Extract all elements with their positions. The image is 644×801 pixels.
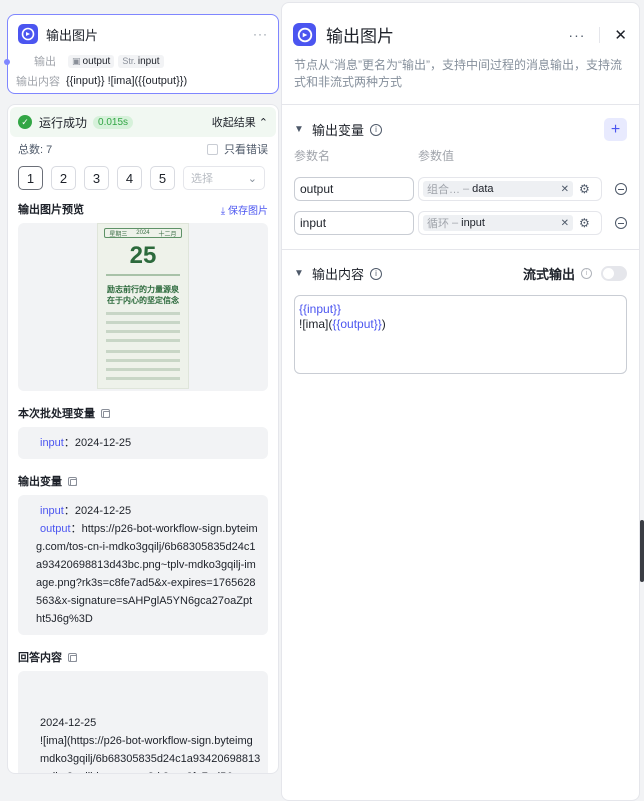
remove-variable-icon[interactable] <box>615 183 627 195</box>
cal-headline-1: 励志前行的力量源泉 <box>107 285 179 294</box>
run-result-panel: ✓ 运行成功 0.015s 收起结果 ⌃ 总数: 7 只看错误 1 2 3 4 … <box>7 104 279 774</box>
success-check-icon: ✓ <box>18 115 32 129</box>
gear-icon[interactable]: ⚙ <box>579 216 590 230</box>
output-vars-section-title: 输出变量 <box>312 123 365 138</box>
chevron-down-icon: ⌄ <box>247 172 257 185</box>
run-time-badge: 0.015s <box>93 115 134 129</box>
clear-icon[interactable]: ✕ <box>561 218 569 229</box>
cal-day: 25 <box>129 242 157 269</box>
info-icon[interactable]: i <box>581 268 592 279</box>
page-button-5[interactable]: 5 <box>150 166 175 190</box>
collapse-results-button[interactable]: 收起结果 ⌃ <box>212 114 268 130</box>
batch-select[interactable]: 选择 ⌄ <box>183 166 265 190</box>
output-content-section-title: 输出内容 <box>312 267 365 282</box>
panel-logo-icon <box>293 23 316 46</box>
answer-text: 2024-12-25 ![ima](https://p26-bot-workfl… <box>40 717 261 773</box>
variable-name-input[interactable]: output <box>294 177 414 201</box>
cal-weekday: 星期三 <box>109 231 128 238</box>
answer-title: 回答内容 <box>18 652 62 664</box>
ref-source: 组合… <box>427 184 460 196</box>
output-input-value: ：2024-12-25 <box>63 505 132 517</box>
add-variable-button[interactable]: + <box>604 118 627 141</box>
ref-field: data <box>472 183 494 195</box>
output-vars-title: 输出变量 <box>18 476 62 488</box>
checkbox-icon <box>207 143 218 155</box>
gear-icon[interactable]: ⚙ <box>579 182 590 196</box>
batch-value: ：2024-12-25 <box>63 437 132 449</box>
info-icon[interactable]: i <box>370 123 383 136</box>
batch-vars-box: input：2024-12-25 <box>18 427 268 459</box>
batch-vars-title: 本次批处理变量 <box>18 408 95 420</box>
page-button-3[interactable]: 3 <box>84 166 109 190</box>
ref-source: 循环 <box>427 218 449 230</box>
page-button-4[interactable]: 4 <box>117 166 142 190</box>
download-icon: ⤓ <box>220 205 226 217</box>
node-title: 输出图片 <box>46 27 99 43</box>
output-tag: ▣ output <box>68 54 115 68</box>
content-line-2-suffix: ) <box>381 317 386 331</box>
vertical-scrollbar[interactable] <box>640 520 644 582</box>
panel-description: 节点从“消息”更名为“输出”，支持中间过程的消息输出，支持流式和非流式两种方式 <box>294 58 622 89</box>
variable-row: output 组合… – data ✕ ⚙ <box>282 177 639 201</box>
chevron-down-icon[interactable]: ▼ <box>294 268 312 279</box>
variable-row: input 循环 – input ✕ ⚙ <box>282 211 639 235</box>
batch-pager: 1 2 3 4 5 选择 ⌄ <box>8 157 278 190</box>
output-content-editor[interactable]: {{input}} ![ima]({{output}}) <box>294 295 627 374</box>
clear-icon[interactable]: ✕ <box>561 184 569 195</box>
panel-title[interactable]: 输出图片 <box>326 22 394 47</box>
image-preview[interactable]: 星期三 2024 十二月 25 励志前行的力量源泉 在于内心的坚定信念 <box>18 223 268 391</box>
preview-title: 输出图片预览 <box>18 204 84 216</box>
more-icon[interactable]: ··· <box>253 27 268 41</box>
info-icon[interactable]: i <box>370 267 383 280</box>
col-name-header: 参数名 <box>294 149 331 163</box>
chevron-down-icon[interactable]: ▼ <box>294 124 312 135</box>
stream-output-toggle[interactable] <box>601 266 627 281</box>
save-image-link[interactable]: ⤓ 保存图片 <box>221 202 268 217</box>
output-input-key: input <box>40 505 64 517</box>
content-line-2-var: {{output}} <box>332 317 382 331</box>
ref-field: input <box>461 217 485 229</box>
output-vars-box: input：2024-12-25 output：https://p26-bot-… <box>18 495 268 635</box>
content-line-1: {{input}} <box>299 302 342 316</box>
output-image-node-card[interactable]: 输出图片 ··· 输出 ▣ output Str. input 输出内容 {{inp… <box>4 14 279 94</box>
cal-headline-2: 在于内心的坚定信念 <box>107 296 179 305</box>
variable-value-selector[interactable]: 组合… – data ✕ ⚙ <box>418 177 602 201</box>
node-logo-icon <box>18 24 38 44</box>
node-content-value: {{input}} ![ima]({{output}}) <box>66 75 188 87</box>
copy-icon[interactable] <box>68 476 77 486</box>
input-port[interactable] <box>4 59 10 65</box>
copy-icon[interactable] <box>101 408 110 418</box>
total-count: 总数: 7 <box>18 144 53 156</box>
col-value-header: 参数值 <box>418 149 455 163</box>
image-icon: ▣ <box>72 55 81 66</box>
run-status: 运行成功 <box>39 115 88 130</box>
variable-value-selector[interactable]: 循环 – input ✕ ⚙ <box>418 211 602 235</box>
page-button-2[interactable]: 2 <box>51 166 76 190</box>
cal-month: 十二月 <box>158 231 177 238</box>
type-tag: Str. input <box>118 54 164 68</box>
output-output-value: ：https://p26-bot-workflow-sign.byteimg.c… <box>36 523 258 625</box>
node-content-label: 输出内容 <box>16 76 60 88</box>
batch-key: input <box>40 437 64 449</box>
chevron-up-icon: ⌃ <box>258 117 268 129</box>
answer-box: 2024-12-25 ![ima](https://p26-bot-workfl… <box>18 671 268 773</box>
page-button-1[interactable]: 1 <box>18 166 43 190</box>
close-icon[interactable]: ✕ <box>614 26 627 44</box>
more-icon[interactable]: ··· <box>568 27 585 43</box>
variable-name-input[interactable]: input <box>294 211 414 235</box>
content-line-2-prefix: ![ima]( <box>299 317 333 331</box>
node-config-panel: 输出图片 ··· ✕ 节点从“消息”更名为“输出”，支持中间过程的消息输出，支持… <box>281 2 640 801</box>
copy-icon[interactable] <box>68 652 77 662</box>
remove-variable-icon[interactable] <box>615 217 627 229</box>
only-errors-checkbox[interactable]: 只看错误 <box>207 141 268 157</box>
stream-output-label: 流式输出 <box>522 267 575 282</box>
calendar-image: 星期三 2024 十二月 25 励志前行的力量源泉 在于内心的坚定信念 <box>97 223 189 389</box>
node-output-label: 输出 <box>34 56 56 68</box>
output-output-key: output <box>40 523 71 535</box>
cal-year: 2024 <box>136 230 150 236</box>
